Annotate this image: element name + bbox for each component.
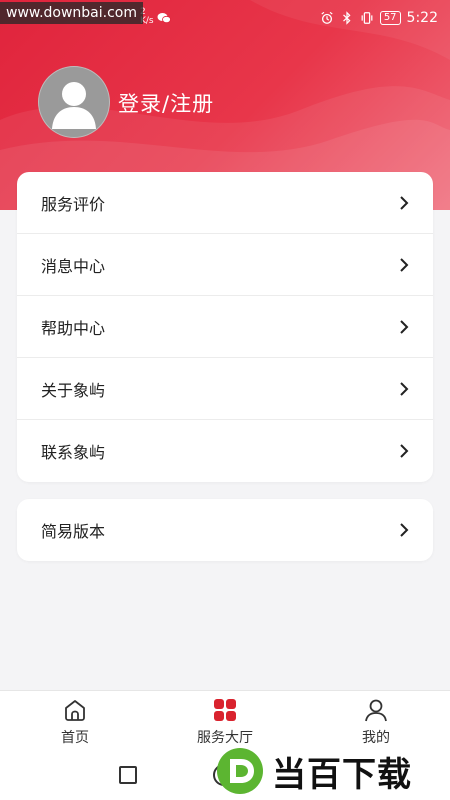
menu-item-label: 关于象屿: [41, 380, 106, 400]
menu-item-help-center[interactable]: 帮助中心: [17, 296, 433, 358]
tab-mine[interactable]: 我的: [321, 697, 431, 747]
tab-service-hall[interactable]: 服务大厅: [170, 697, 280, 747]
status-icons: 57 5:22: [320, 10, 438, 26]
battery-indicator: 57: [379, 11, 401, 25]
grid-apps-icon: [214, 699, 236, 721]
chat-notification-icon: [157, 13, 171, 24]
watermark-logo-icon: [217, 748, 263, 794]
menu-item-contact[interactable]: 联系象屿: [17, 420, 433, 482]
version-card: 简易版本: [17, 499, 433, 561]
menu-card: 服务评价 消息中心 帮助中心 关于象屿 联系象屿: [17, 172, 433, 482]
menu-item-simple-version[interactable]: 简易版本: [17, 499, 433, 561]
tab-home[interactable]: 首页: [20, 697, 130, 747]
menu-item-label: 帮助中心: [41, 318, 106, 338]
login-register-link[interactable]: 登录/注册: [118, 88, 214, 118]
menu-item-message-center[interactable]: 消息中心: [17, 234, 433, 296]
user-icon: [365, 699, 387, 722]
chevron-right-icon: [400, 444, 409, 458]
watermark-top: www.downbai.com: [0, 2, 143, 24]
menu-item-label: 服务评价: [41, 194, 106, 214]
menu-item-service-evaluation[interactable]: 服务评价: [17, 172, 433, 234]
chevron-right-icon: [400, 381, 409, 396]
bluetooth-icon: [342, 11, 351, 25]
menu-item-about[interactable]: 关于象屿: [17, 358, 433, 420]
menu-item-label: 消息中心: [41, 256, 106, 276]
clock: 5:22: [406, 10, 438, 26]
chevron-right-icon: [400, 523, 409, 537]
vibrate-icon: [361, 12, 373, 24]
tab-label: 首页: [61, 730, 89, 746]
watermark-bottom: 当百下载: [214, 742, 450, 800]
alarm-icon: [321, 11, 333, 24]
chevron-right-icon: [400, 257, 409, 272]
avatar[interactable]: [38, 66, 110, 138]
chevron-right-icon: [400, 319, 409, 334]
menu-item-label: 联系象屿: [41, 443, 106, 462]
chevron-right-icon: [400, 195, 409, 210]
home-icon: [65, 700, 85, 721]
recent-apps-button[interactable]: [119, 766, 137, 784]
menu-item-label: 简易版本: [41, 522, 106, 541]
default-user-icon: [52, 82, 96, 129]
watermark-text: 当百下载: [272, 754, 412, 795]
